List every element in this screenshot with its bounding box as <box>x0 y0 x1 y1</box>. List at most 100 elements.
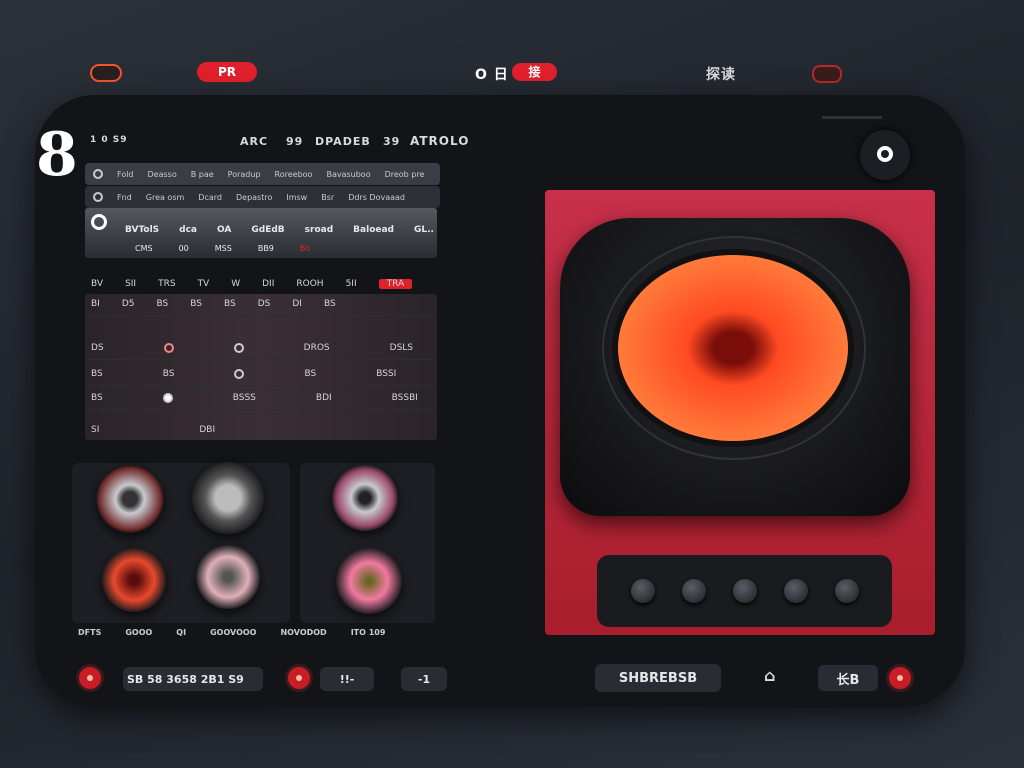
cell: Grea osm <box>145 192 185 202</box>
table-row[interactable]: DS DROS DSLS <box>85 336 435 360</box>
speaker-caption: ITO 109 <box>350 628 386 637</box>
top-center-pill[interactable]: 接 <box>512 63 557 81</box>
pointer-button[interactable]: -1 <box>401 667 447 691</box>
cell: BS <box>223 298 236 309</box>
table-row[interactable]: BS BSSS BDI BSSBI <box>85 386 435 410</box>
cell: Bo <box>299 244 311 253</box>
speaker-icon[interactable] <box>96 465 164 533</box>
col-header[interactable]: 5II <box>346 279 357 289</box>
record-button[interactable] <box>79 667 101 689</box>
settings-button[interactable]: 长B <box>818 665 878 691</box>
cell: DSLS <box>389 342 414 353</box>
control-knob[interactable] <box>681 579 706 603</box>
record-button[interactable] <box>889 667 911 689</box>
speaker-cone[interactable] <box>618 255 848 441</box>
selected-track[interactable]: BVTolS dca OA GdEdB sroad Baloead GL.. CMS 00 MS… <box>85 208 437 258</box>
col-header[interactable]: TRA <box>378 279 413 289</box>
time-display: SB 58 3658 2B1 S9 <box>123 667 263 691</box>
status-icon <box>163 342 174 353</box>
cell: Roreeboo <box>274 169 313 179</box>
cell: B pae <box>190 169 214 179</box>
mic-button[interactable]: !!- <box>320 667 374 691</box>
col-header[interactable]: BV <box>91 279 103 289</box>
home-icon[interactable]: ⌂ <box>764 666 776 685</box>
table-row[interactable]: BS BS BS BSSI <box>85 362 435 386</box>
cell: Poradup <box>227 169 261 179</box>
cell: Imsw <box>286 192 308 202</box>
volume-knob[interactable] <box>860 130 910 180</box>
record-button[interactable] <box>288 667 310 689</box>
cell: BS <box>323 298 336 309</box>
table-row[interactable]: SI DBI <box>85 418 435 442</box>
speaker-icon[interactable] <box>332 465 398 531</box>
speaker-icon[interactable] <box>196 545 260 609</box>
status-icon <box>162 392 173 403</box>
col-header[interactable]: TV <box>198 279 210 289</box>
cell: dca <box>179 225 198 235</box>
header-item[interactable]: ARC <box>240 135 268 148</box>
cell: Depastro <box>235 192 273 202</box>
cell: GdEdB <box>251 225 285 235</box>
cell: GL.. <box>414 225 434 235</box>
speaker-icon[interactable] <box>336 548 402 614</box>
cell: BDI <box>315 392 332 403</box>
header-item[interactable]: DPADEB <box>315 135 371 148</box>
speaker-caption: DFTS <box>78 628 102 637</box>
speaker-caption: GOOVOOO <box>210 628 257 637</box>
col-header[interactable]: ROOH <box>296 279 323 289</box>
cell: DI <box>292 298 302 309</box>
cell: BS <box>162 368 175 379</box>
cell: Fnd <box>117 192 132 202</box>
cell: BS <box>91 392 103 403</box>
cell: BS <box>156 298 169 309</box>
cell: Fold <box>117 169 134 179</box>
record-toggle[interactable] <box>90 64 122 82</box>
col-header[interactable]: W <box>231 279 240 289</box>
panel-slot <box>822 116 882 119</box>
control-knob[interactable] <box>732 579 757 603</box>
status-icon <box>233 342 244 353</box>
cell: 00 <box>178 244 189 253</box>
cell: BS <box>304 368 317 379</box>
center-display: SHBREBSB <box>595 664 721 692</box>
header-item[interactable]: 99 <box>286 135 303 148</box>
cell: BSSI <box>376 368 397 379</box>
app-logo: 8 <box>36 120 78 190</box>
control-knob[interactable] <box>783 579 808 603</box>
cell: DROS <box>303 342 330 353</box>
table-row[interactable]: BI D5 BS BS BS DS DI BS <box>85 292 435 316</box>
top-right-label[interactable]: 探读 <box>706 64 736 84</box>
rec-button[interactable]: PR <box>197 62 257 82</box>
col-header[interactable]: SII <box>125 279 136 289</box>
cell: BSSBI <box>391 392 418 403</box>
cell: BI <box>91 298 100 309</box>
header-item[interactable]: ATROLO <box>410 134 469 148</box>
header-item[interactable]: 39 <box>383 135 400 148</box>
control-knob[interactable] <box>630 579 655 603</box>
col-header[interactable]: TRS <box>158 279 175 289</box>
cell: BS <box>190 298 202 309</box>
filter-row[interactable]: Fold Deasso B pae Poradup Roreeboo Bavasuboo D… <box>85 163 440 185</box>
row-icon <box>93 169 103 179</box>
cell: BSSS <box>232 392 256 403</box>
speaker-icon[interactable] <box>102 548 166 612</box>
top-title: O 日 <box>475 67 509 83</box>
header-item[interactable]: 1 0 S9 <box>90 135 128 145</box>
cell: SI <box>91 425 100 435</box>
speaker-icon[interactable] <box>192 462 264 534</box>
cell: DS <box>91 342 104 353</box>
cell: Bsr <box>321 192 335 202</box>
top-record-button[interactable] <box>812 65 842 83</box>
cell: Deasso <box>147 169 177 179</box>
play-icon[interactable] <box>91 214 107 230</box>
filter-row[interactable]: Fnd Grea osm Dcard Depastro Imsw Bsr Ddrs Dova… <box>85 186 440 208</box>
cell: BS <box>91 368 103 379</box>
control-knob[interactable] <box>834 579 859 603</box>
cell: Dreob pre <box>384 169 425 179</box>
col-header[interactable]: DII <box>262 279 274 289</box>
speaker-caption: QI <box>176 628 187 637</box>
status-icon <box>234 368 245 379</box>
cell: sroad <box>304 225 334 235</box>
speaker-caption: NOVODOD <box>280 628 327 637</box>
row-icon <box>93 192 103 202</box>
